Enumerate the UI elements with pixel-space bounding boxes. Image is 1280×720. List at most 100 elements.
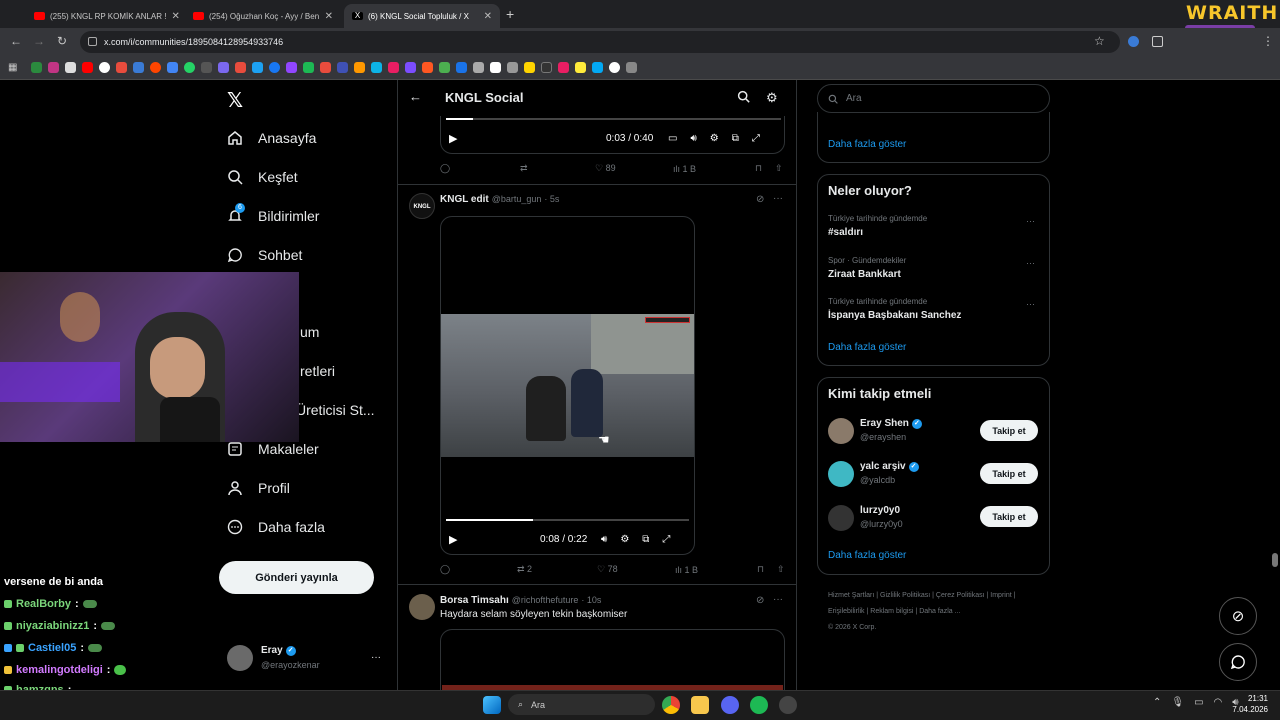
follow-name-row[interactable]: Eray Shen ✓	[860, 418, 922, 429]
author-name[interactable]: KNGL edit	[440, 194, 489, 205]
forward-icon[interactable]: →	[33, 34, 45, 48]
bookmark-icon[interactable]	[320, 62, 332, 73]
close-icon[interactable]: ✕	[171, 11, 179, 22]
bookmark-icon[interactable]	[558, 62, 570, 73]
share-icon[interactable]: ⇧	[775, 163, 783, 174]
spotify-icon[interactable]	[750, 696, 768, 714]
bookmark-icon[interactable]	[286, 62, 298, 73]
bookmark-icon[interactable]	[337, 62, 349, 73]
footer-link[interactable]: Çerez Politikası	[936, 592, 985, 599]
search-icon[interactable]	[737, 90, 750, 108]
extensions-puzzle-icon[interactable]	[1152, 36, 1163, 47]
follow-name[interactable]: lurzy0y0	[860, 505, 900, 516]
scrollbar-thumb[interactable]	[1272, 553, 1278, 567]
share-icon[interactable]: ⇧	[777, 564, 785, 575]
author-name[interactable]: Borsa Timsahı	[440, 595, 509, 606]
address-bar[interactable]: x.com/i/communities/1895084128954933746	[80, 31, 1120, 53]
apps-grid-icon[interactable]: ▦	[8, 62, 17, 73]
captions-icon[interactable]: ▭	[668, 133, 677, 144]
retweet-icon[interactable]: ⇄	[520, 163, 595, 174]
author-handle[interactable]: @richofthefuture	[512, 595, 579, 606]
bookmark-icon[interactable]	[201, 62, 213, 73]
volume-icon[interactable]: 🔊︎	[601, 534, 607, 545]
play-icon[interactable]: ▶	[449, 132, 457, 145]
settings-icon[interactable]: ⚙	[620, 534, 629, 545]
retweet-button[interactable]: ⇄ 2	[517, 564, 597, 575]
avatar[interactable]	[409, 594, 435, 620]
pip-icon[interactable]: ⧉	[732, 133, 739, 144]
views-button[interactable]: ılı 1 B	[673, 164, 755, 174]
trend-item[interactable]: Spor · Gündemdekiler Ziraat Bankkart	[828, 256, 906, 280]
app-icon[interactable]	[779, 696, 797, 714]
bookmark-icon[interactable]	[456, 62, 468, 73]
video-frame[interactable]: ☚	[441, 314, 694, 457]
trend-more-icon[interactable]: ···	[1026, 216, 1035, 226]
bookmark-icon[interactable]	[133, 62, 145, 73]
windows-start-icon[interactable]	[483, 696, 501, 714]
bookmark-icon[interactable]	[609, 62, 621, 73]
bookmark-icon[interactable]	[116, 62, 128, 73]
new-tab-button[interactable]: +	[506, 6, 514, 22]
show-more-link[interactable]: Daha fazla göster	[828, 139, 906, 150]
x-logo-icon[interactable]: 𝕏	[227, 88, 243, 112]
bookmark-icon[interactable]	[167, 62, 179, 73]
follow-name-row[interactable]: yalc arşiv ✓	[860, 461, 919, 472]
sidebar-item-home[interactable]: Anasayfa	[226, 123, 316, 153]
account-more-icon[interactable]: ···	[371, 652, 381, 663]
bookmark-icon[interactable]	[388, 62, 400, 73]
footer-link[interactable]: Hizmet Şartları	[828, 592, 874, 599]
trend-more-icon[interactable]: ···	[1026, 299, 1035, 309]
bookmark-icon[interactable]	[524, 62, 536, 73]
reply-icon[interactable]: ◯	[440, 564, 517, 575]
follow-button[interactable]: Takip et	[980, 463, 1038, 484]
bookmark-icon[interactable]	[269, 62, 281, 73]
avatar[interactable]	[828, 418, 854, 444]
post-button[interactable]: Gönderi yayınla	[219, 561, 374, 594]
settings-icon[interactable]: ⚙	[710, 133, 719, 144]
sidebar-item-explore[interactable]: Keşfet	[226, 162, 298, 192]
reply-icon[interactable]: ◯	[440, 163, 520, 174]
account-name-row[interactable]: Eray ✓	[261, 645, 296, 656]
more-icon[interactable]: ···	[773, 594, 783, 605]
bookmark-icon[interactable]	[439, 62, 451, 73]
sidebar-item-partial-3[interactable]: Üreticisi St...	[296, 395, 375, 425]
close-icon[interactable]: ✕	[325, 11, 333, 22]
bookmark-icon[interactable]	[184, 62, 196, 73]
follow-button[interactable]: Takip et	[980, 420, 1038, 441]
chevron-up-icon[interactable]: ⌃	[1153, 697, 1161, 708]
like-button[interactable]: ♡ 78	[597, 564, 675, 575]
show-more-link[interactable]: Daha fazla göster	[828, 342, 906, 353]
trend-more-icon[interactable]: ···	[1026, 258, 1035, 268]
play-icon[interactable]: ▶	[449, 533, 457, 546]
gear-icon[interactable]: ⚙	[766, 90, 778, 106]
footer-link[interactable]: Daha fazla ...	[919, 608, 960, 615]
grok-icon[interactable]: ⊘	[756, 595, 764, 606]
bookmark-icon[interactable]	[405, 62, 417, 73]
follow-button[interactable]: Takip et	[980, 506, 1038, 527]
bookmark-icon[interactable]	[235, 62, 247, 73]
bookmark-icon[interactable]	[371, 62, 383, 73]
bookmark-icon[interactable]: ⊓	[757, 564, 777, 575]
bookmark-icon[interactable]	[575, 62, 587, 73]
tab-2[interactable]: (254) Oğuzhan Koç - Ayy / Ben ✕	[185, 4, 341, 28]
trend-item[interactable]: Türkiye tarihinde gündemde #saldırı	[828, 214, 927, 238]
bookmark-icon[interactable]	[252, 62, 264, 73]
sidebar-item-partial-2[interactable]: retleri	[300, 356, 335, 386]
sidebar-item-partial-1[interactable]: um	[300, 317, 319, 347]
avatar[interactable]	[227, 645, 253, 671]
search-input[interactable]: Ara	[817, 84, 1050, 113]
more-icon[interactable]: ···	[773, 193, 783, 204]
sidebar-item-profile[interactable]: Profil	[226, 473, 290, 503]
grok-icon[interactable]: ⊘	[756, 194, 764, 205]
footer-link[interactable]: Gizlilik Politikası	[880, 592, 930, 599]
bookmark-icon[interactable]	[473, 62, 485, 73]
sidebar-item-chat[interactable]: Sohbet	[226, 240, 302, 270]
avatar[interactable]	[828, 505, 854, 531]
bookmark-icon[interactable]	[354, 62, 366, 73]
taskbar-search[interactable]: ⌕ Ara	[508, 694, 655, 715]
reload-icon[interactable]: ↻	[57, 34, 67, 48]
bookmark-icon[interactable]	[99, 62, 111, 73]
bookmark-icon[interactable]: ⊓	[755, 163, 775, 174]
sidebar-item-more[interactable]: Daha fazla	[226, 512, 325, 542]
file-explorer-icon[interactable]	[691, 696, 709, 714]
